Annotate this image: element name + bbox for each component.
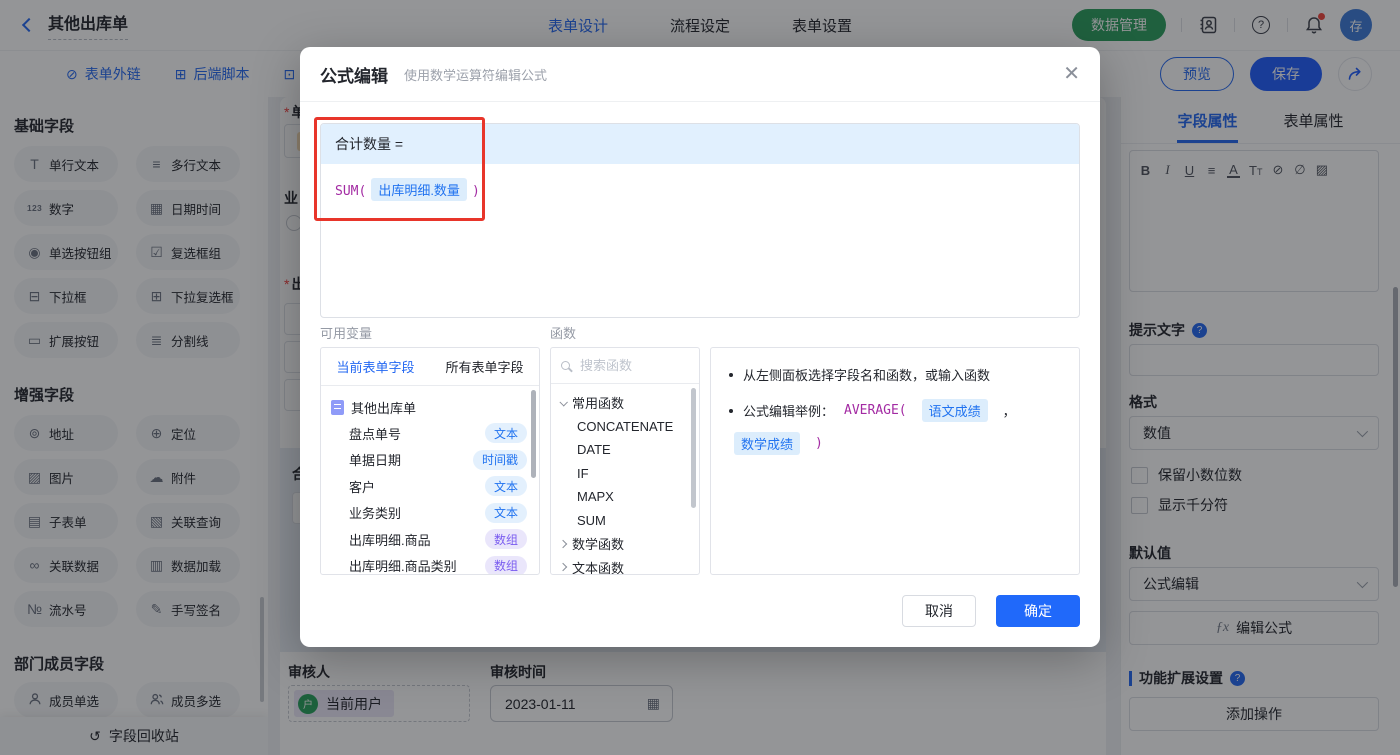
function-item[interactable]: DATE <box>551 438 699 462</box>
function-group-math[interactable]: 数学函数 <box>551 532 699 556</box>
type-badge: 文本 <box>484 502 527 523</box>
function-token: SUM( <box>335 184 367 199</box>
function-item[interactable]: MAPX <box>551 485 699 509</box>
tip-line-2: 公式编辑举例： AVERAGE( 语文成绩 ， 数学成绩 ) <box>729 399 1061 455</box>
example-chip-1: 语文成绩 <box>921 399 988 422</box>
bullet-dot <box>729 372 733 377</box>
variable-row[interactable]: 出库明细.商品类别 数组 <box>331 553 539 574</box>
example-close-token: ) <box>815 436 823 451</box>
close-icon[interactable]: ✕ <box>1063 64 1080 84</box>
tab-current-form-fields[interactable]: 当前表单字段 <box>336 357 414 376</box>
modal-title: 公式编辑 <box>320 66 388 86</box>
function-group-common[interactable]: 常用函数 <box>551 391 699 415</box>
formula-expression[interactable]: SUM( 出库明细.数量) <box>321 164 1079 215</box>
example-function-token: AVERAGE( <box>844 403 907 418</box>
functions-list: 常用函数 CONCATENATE DATE IF MAPX SUM 数学函数 文… <box>551 384 699 574</box>
variables-tabs: 当前表单字段 所有表单字段 <box>321 348 539 386</box>
example-chip-2: 数学成绩 <box>734 432 801 455</box>
variable-row[interactable]: 盘点单号 文本 <box>331 420 539 447</box>
cancel-button[interactable]: 取消 <box>902 595 976 627</box>
variable-chip[interactable]: 出库明细.数量 <box>371 178 467 201</box>
variable-row[interactable]: 单据日期 时间戳 <box>331 447 539 474</box>
function-search-input[interactable] <box>578 357 689 374</box>
modal-footer: 取消 确定 <box>902 595 1080 627</box>
confirm-button[interactable]: 确定 <box>996 595 1080 627</box>
function-group-text[interactable]: 文本函数 <box>551 556 699 574</box>
functions-scrollbar[interactable] <box>691 388 696 508</box>
functions-section-label: 函数 <box>550 326 577 341</box>
bullet-dot <box>729 408 733 413</box>
type-badge: 数组 <box>484 529 527 550</box>
chevron-expanded-icon <box>559 397 568 407</box>
chevron-collapsed-icon <box>558 539 568 548</box>
variable-row[interactable]: 业务类别 文本 <box>331 500 539 527</box>
tree-root-form[interactable]: 其他出库单 <box>331 394 539 420</box>
type-badge: 时间戳 <box>472 449 527 470</box>
tab-all-form-fields[interactable]: 所有表单字段 <box>445 357 523 376</box>
formula-target-row: 合计数量 = <box>321 124 1079 164</box>
variables-scrollbar[interactable] <box>531 390 536 478</box>
functions-panel: 常用函数 CONCATENATE DATE IF MAPX SUM 数学函数 文… <box>550 347 700 575</box>
type-badge: 文本 <box>484 423 527 444</box>
variables-panel: 当前表单字段 所有表单字段 其他出库单 盘点单号 文本 单据日期 时间戳 客户 文本 … <box>320 347 540 575</box>
close-paren-token: ) <box>471 184 480 199</box>
type-badge: 文本 <box>484 476 527 497</box>
tips-panel: 从左侧面板选择字段名和函数，或输入函数 公式编辑举例： AVERAGE( 语文成… <box>710 347 1080 575</box>
type-badge: 数组 <box>484 555 527 574</box>
app-root: 其他出库单 表单设计 流程设定 表单设置 数据管理 ? 存 ⊘ 表单外链 ⊞ 后端脚… <box>0 0 1400 755</box>
search-icon <box>561 361 570 370</box>
function-search-row <box>551 348 699 384</box>
tip-line-1: 从左侧面板选择字段名和函数，或输入函数 <box>729 365 1061 384</box>
function-item[interactable]: SUM <box>551 509 699 533</box>
variable-row[interactable]: 出库明细.商品 数组 <box>331 526 539 553</box>
chevron-collapsed-icon <box>558 563 568 572</box>
variable-row[interactable]: 客户 文本 <box>331 473 539 500</box>
form-doc-icon <box>331 399 344 415</box>
variables-section-label: 可用变量 <box>320 326 373 341</box>
function-item[interactable]: IF <box>551 462 699 486</box>
function-item[interactable]: CONCATENATE <box>551 415 699 439</box>
variables-tree: 其他出库单 盘点单号 文本 单据日期 时间戳 客户 文本 业务类别 文本 出库明细.商品… <box>321 386 539 574</box>
modal-header: 公式编辑 使用数学运算符编辑公式 ✕ <box>300 47 1100 102</box>
formula-input-area[interactable]: 合计数量 = SUM( 出库明细.数量) <box>320 123 1080 318</box>
formula-editor-modal: 公式编辑 使用数学运算符编辑公式 ✕ 合计数量 = SUM( 出库明细.数量) 可… <box>300 47 1100 647</box>
modal-subtitle: 使用数学运算符编辑公式 <box>404 67 548 83</box>
